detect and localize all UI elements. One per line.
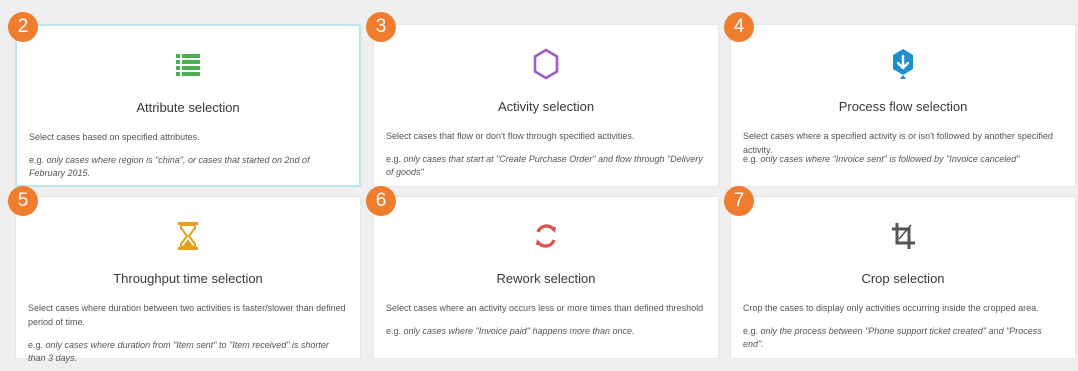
crop-selection-card[interactable]: Crop selection Crop the cases to display… [730, 196, 1076, 359]
card-title: Process flow selection [838, 99, 968, 114]
list-icon [176, 54, 200, 76]
step-badge-4: 4 [724, 12, 754, 42]
example-prefix: e.g. [28, 340, 44, 350]
example-prefix: e.g. [743, 326, 759, 336]
activity-selection-card[interactable]: Activity selection Select cases that flo… [373, 24, 719, 187]
filter-options-grid: Attribute selection Select cases based o… [0, 0, 1078, 371]
card-example: e.g. only the process between "Phone sup… [743, 325, 1061, 351]
example-prefix: e.g. [743, 154, 759, 164]
attribute-selection-card[interactable]: Attribute selection Select cases based o… [15, 24, 361, 187]
process-flow-icon [893, 49, 913, 79]
hexagon-icon [533, 48, 559, 80]
hourglass-icon [178, 222, 198, 250]
card-description: Crop the cases to display only activitie… [743, 303, 1039, 313]
card-example: e.g. only cases where "Invoice sent" is … [743, 153, 1061, 166]
process-flow-selection-card[interactable]: Process flow selection Select cases wher… [730, 24, 1076, 187]
example-text: only cases that start at "Create Purchas… [386, 154, 703, 177]
card-example: e.g. only cases where region is "china",… [29, 154, 345, 180]
step-badge-7: 7 [724, 186, 754, 216]
throughput-time-selection-card[interactable]: Throughput time selection Select cases w… [15, 196, 361, 363]
card-description: Select cases where an activity occurs le… [386, 303, 704, 313]
rework-selection-card[interactable]: Rework selection Select cases where an a… [373, 196, 719, 359]
step-badge-6: 6 [366, 186, 396, 216]
rework-icon [536, 224, 556, 248]
card-example: e.g. only cases where duration from "Ite… [28, 339, 346, 365]
card-title: Throughput time selection [113, 271, 263, 286]
card-title: Crop selection [861, 271, 945, 286]
example-text: only cases where "Invoice sent" is follo… [760, 154, 1020, 164]
card-description: Select cases that flow or don't flow thr… [386, 131, 635, 141]
card-title: Rework selection [496, 271, 596, 286]
example-text: only cases where duration from "Item sen… [28, 340, 329, 363]
example-prefix: e.g. [386, 154, 402, 164]
example-prefix: e.g. [386, 326, 402, 336]
example-text: only cases where region is "china", or c… [29, 155, 310, 178]
card-example: e.g. only cases where "Invoice paid" hap… [386, 325, 704, 338]
card-description: Select cases where duration between two … [28, 303, 346, 327]
crop-icon [892, 223, 915, 249]
step-badge-5: 5 [8, 186, 38, 216]
card-title: Attribute selection [136, 100, 240, 115]
step-badge-2: 2 [8, 12, 38, 42]
step-badge-3: 3 [366, 12, 396, 42]
example-prefix: e.g. [29, 155, 45, 165]
card-title: Activity selection [497, 99, 595, 114]
example-text: only the process between "Phone support … [743, 326, 1042, 349]
card-description: Select cases based on specified attribut… [29, 132, 200, 142]
card-example: e.g. only cases that start at "Create Pu… [386, 153, 704, 179]
example-text: only cases where "Invoice paid" happens … [403, 326, 635, 336]
